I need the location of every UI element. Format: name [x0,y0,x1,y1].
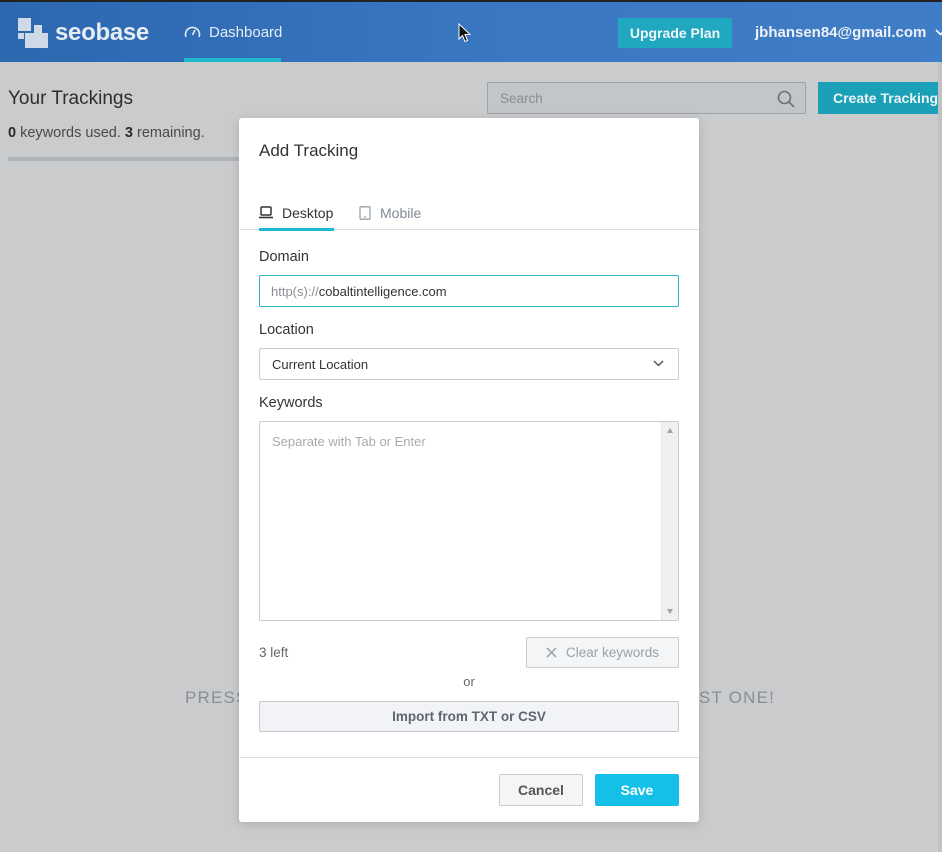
logo-mark-icon [18,18,48,48]
domain-label: Domain [259,249,309,265]
scroll-up-arrow-icon[interactable] [667,428,673,433]
nav-dashboard-label: Dashboard [209,23,283,41]
domain-value: cobaltintelligence.com [318,283,447,299]
upgrade-plan-button[interactable]: Upgrade Plan [618,18,732,48]
keywords-left-count: 3 left [259,645,289,660]
keywords-label: Keywords [259,395,323,411]
scroll-down-arrow-icon[interactable] [667,609,673,614]
add-tracking-modal: Add Tracking Desktop Mobile Domain http(… [239,118,699,822]
mouse-cursor-icon [458,23,471,43]
logo-text: seobase [55,19,149,46]
location-value: Current Location [272,356,369,372]
page-scrollbar[interactable] [938,62,942,852]
device-tabs: Desktop Mobile [239,196,699,231]
search-icon[interactable] [777,90,795,108]
clear-keywords-button[interactable]: Clear keywords [526,637,679,668]
clear-keywords-label: Clear keywords [565,645,660,660]
keywords-placeholder: Separate with Tab or Enter [272,434,426,449]
laptop-icon [259,206,273,219]
modal-footer-divider [239,757,699,758]
speedometer-icon [184,26,201,38]
modal-title: Add Tracking [259,141,359,160]
seobase-logo[interactable]: seobase [18,18,149,48]
keywords-remaining-label: remaining. [132,125,205,141]
create-tracking-button[interactable]: Create Tracking [818,82,942,114]
tab-mobile-label: Mobile [380,204,422,221]
user-account-menu[interactable]: jbhansen84@gmail.com [755,24,942,41]
import-file-button[interactable]: Import from TXT or CSV [259,701,679,732]
domain-input[interactable]: http(s)://cobaltintelligence.com [259,275,679,307]
page-title: Your Trackings [8,88,133,109]
keywords-scrollbar[interactable] [661,422,678,620]
keywords-used-label: keywords used. [16,125,125,141]
mobile-phone-icon [359,205,371,220]
nav-dashboard[interactable]: Dashboard [184,2,282,62]
domain-prefix: http(s):// [271,283,319,299]
keyword-usage-text: 0 keywords used. 3 remaining. [8,125,205,141]
search-input[interactable]: Search [487,82,806,114]
tab-desktop[interactable]: Desktop [259,196,334,231]
tab-mobile[interactable]: Mobile [359,196,421,229]
close-icon [546,647,557,658]
keywords-used-count: 0 [8,125,17,141]
top-navbar: seobase Dashboard Upgrade Plan jbhansen8… [0,0,942,62]
active-tab-indicator [259,228,334,231]
keywords-textarea[interactable]: Separate with Tab or Enter [259,421,679,621]
chevron-down-icon [935,29,942,36]
empty-state-text-right: ST ONE! [699,688,776,707]
search-placeholder: Search [500,91,543,106]
tab-desktop-label: Desktop [282,204,334,221]
or-separator: or [463,674,475,689]
save-button[interactable]: Save [595,774,679,806]
active-nav-indicator [184,58,281,62]
user-email: jbhansen84@gmail.com [755,24,927,41]
keywords-remaining-count: 3 [124,125,133,141]
location-select[interactable]: Current Location [259,348,679,380]
usage-progress-bar [8,157,240,161]
cancel-button[interactable]: Cancel [499,774,583,806]
chevron-down-icon [653,360,664,367]
location-label: Location [259,322,314,338]
